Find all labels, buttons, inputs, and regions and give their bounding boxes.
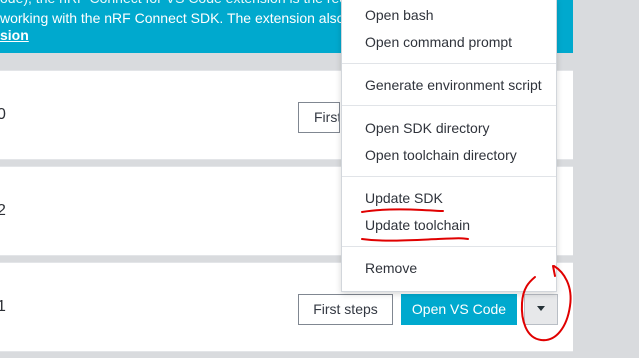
banner-text-line-2: working with the nRF Connect SDK. The ex…: [0, 10, 376, 26]
sdk-actions-menu: Open bash Open command prompt Generate e…: [341, 0, 557, 292]
menu-divider: [342, 246, 556, 247]
first-steps-button[interactable]: First steps: [298, 294, 393, 325]
menu-item-generate-environment-script[interactable]: Generate environment script: [365, 75, 545, 96]
open-vscode-button[interactable]: Open VS Code: [401, 294, 517, 325]
menu-divider: [342, 105, 556, 106]
menu-item-open-sdk-directory[interactable]: Open SDK directory: [365, 118, 545, 139]
banner-link[interactable]: sion: [0, 25, 29, 46]
menu-item-open-toolchain-directory[interactable]: Open toolchain directory: [365, 145, 545, 166]
sdk-version: 0: [0, 106, 6, 123]
dropdown-toggle-button[interactable]: [524, 294, 558, 325]
sdk-version: 1: [0, 298, 6, 315]
chevron-down-icon: [537, 305, 545, 311]
menu-divider: [342, 176, 556, 177]
menu-item-remove[interactable]: Remove: [365, 258, 545, 279]
sdk-version: 2: [0, 202, 6, 219]
first-steps-button[interactable]: First: [298, 102, 340, 133]
menu-item-update-toolchain[interactable]: Update toolchain: [365, 215, 545, 236]
menu-item-open-bash[interactable]: Open bash: [365, 5, 545, 26]
screen: ode), the nRF Connect for VS Code extens…: [0, 0, 639, 358]
menu-item-open-command-prompt[interactable]: Open command prompt: [365, 32, 545, 53]
menu-item-update-sdk[interactable]: Update SDK: [365, 188, 545, 209]
menu-divider: [342, 63, 556, 64]
